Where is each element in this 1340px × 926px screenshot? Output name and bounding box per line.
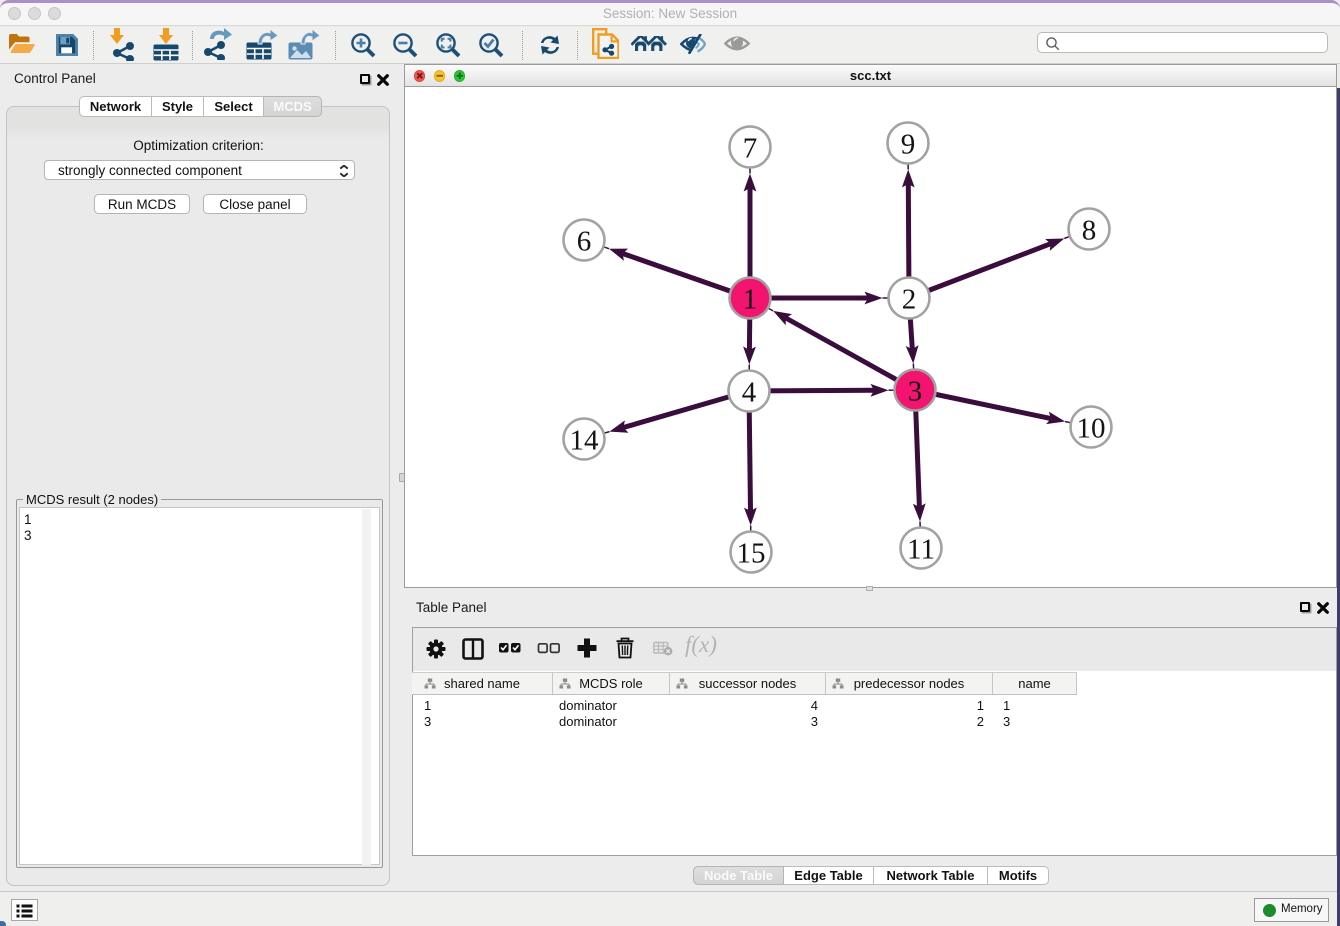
svg-text:2: 2 xyxy=(902,284,917,316)
svg-text:8: 8 xyxy=(1082,215,1097,247)
svg-text:10: 10 xyxy=(1077,413,1106,445)
svg-text:11: 11 xyxy=(907,534,935,566)
svg-text:1: 1 xyxy=(743,284,758,316)
svg-text:15: 15 xyxy=(737,538,766,570)
svg-text:7: 7 xyxy=(743,133,758,165)
svg-text:14: 14 xyxy=(570,425,600,457)
svg-text:3: 3 xyxy=(908,376,923,408)
svg-text:9: 9 xyxy=(901,129,916,161)
svg-text:6: 6 xyxy=(577,226,592,258)
svg-text:4: 4 xyxy=(742,377,757,409)
